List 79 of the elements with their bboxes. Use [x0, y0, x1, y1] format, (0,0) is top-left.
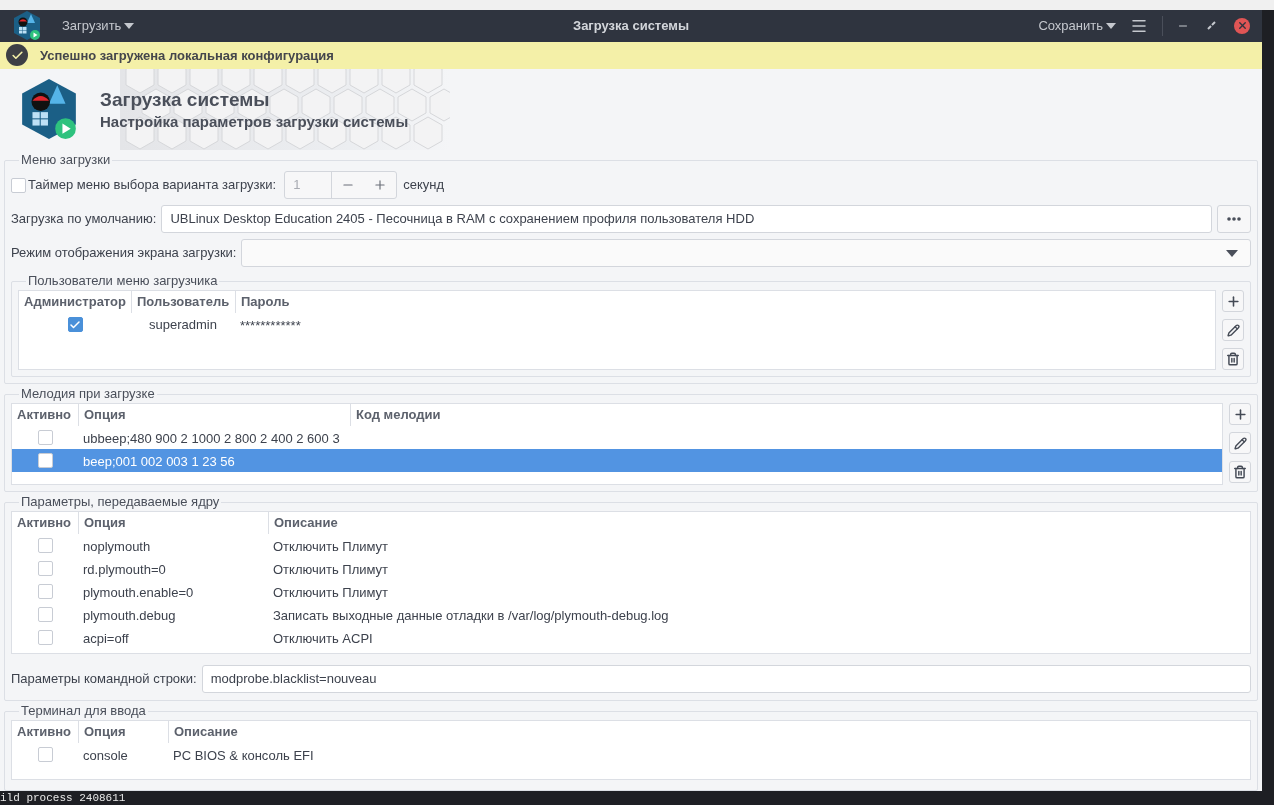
checkbox[interactable] — [37, 453, 53, 468]
checkbox[interactable] — [37, 561, 53, 576]
table-cell-text: beep;001 002 003 1 23 56 — [82, 453, 236, 469]
terminal-text: ild process 2408611 — [0, 791, 126, 805]
column-header: Пароль — [240, 293, 291, 312]
table-cell-text: Отключить ACPI — [272, 630, 374, 646]
default-boot-label: Загрузка по умолчанию: — [11, 210, 157, 229]
checkbox[interactable] — [37, 747, 53, 762]
caret-icon — [124, 22, 135, 29]
delete-button[interactable] — [1222, 348, 1244, 370]
table-cell-text: noplymouth — [82, 538, 152, 554]
add-button[interactable] — [1229, 403, 1251, 425]
timer-label: Таймер меню выбора варианта загрузки: — [28, 176, 277, 195]
group-title: Меню загрузки — [19, 152, 113, 168]
checkbox[interactable] — [37, 538, 53, 553]
pencil-icon — [1226, 323, 1240, 337]
column-header: Активно — [16, 514, 73, 533]
column-header: Опция — [83, 723, 127, 742]
checkbox[interactable] — [37, 430, 53, 445]
table-cell-text: ubbeep;480 900 2 1000 2 800 2 400 2 600 3 — [82, 430, 341, 446]
default-boot-field[interactable]: UBLinux Desktop Education 2405 - Песочница в RAM с сохранением профиля пользователя HDD — [161, 205, 1212, 233]
column-header: Код мелодии — [355, 406, 442, 425]
save-menu-button[interactable]: Сохранить — [1038, 16, 1116, 36]
column-header: Описание — [273, 514, 339, 533]
pencil-icon — [1233, 436, 1247, 450]
edit-button[interactable] — [1229, 432, 1251, 454]
group-title: Мелодия при загрузке — [19, 386, 157, 402]
trash-icon — [1226, 352, 1240, 366]
close-button[interactable] — [1234, 17, 1250, 34]
table-cell-text: rd.plymouth=0 — [82, 561, 167, 577]
add-button[interactable] — [1222, 290, 1244, 312]
table-cell-text: acpi=off — [82, 630, 130, 646]
group-title: Параметры, передаваемые ядру — [19, 494, 222, 510]
window-title: Загрузка системы — [573, 17, 689, 35]
load-menu-button[interactable]: Загрузить — [62, 16, 135, 36]
delete-button[interactable] — [1229, 461, 1251, 483]
checkbox[interactable] — [67, 317, 83, 332]
group-title: Терминал для ввода — [19, 703, 148, 719]
timer-value: 1 — [292, 176, 302, 195]
close-icon — [1236, 20, 1248, 32]
caret-icon — [1106, 22, 1116, 29]
table-cell-text: PC BIOS & консоль EFI — [172, 747, 315, 763]
edit-button[interactable] — [1222, 319, 1244, 341]
more-button[interactable] — [1217, 205, 1251, 233]
ellipsis-icon — [1227, 217, 1241, 221]
column-header: Администратор — [23, 293, 127, 312]
cmdline-field[interactable]: modprobe.blacklist=nouveau — [201, 665, 1251, 693]
table-cell-text: ************ — [239, 317, 302, 333]
checkbox[interactable] — [37, 607, 53, 622]
checkbox[interactable] — [37, 630, 53, 645]
table-cell-text: Отключить Плимут — [272, 538, 390, 554]
trash-icon — [1233, 465, 1247, 479]
info-message: Успешно загружена локальная конфигурация — [40, 46, 334, 65]
page-title: Загрузка системы — [100, 87, 271, 112]
cmdline-label: Параметры командной строки: — [11, 670, 197, 689]
table-cell-text: Записать выходные данные отладки в /var/log/plymouth-debug.log — [272, 607, 670, 623]
page-subtitle: Настройка параметров загрузки системы — [100, 111, 409, 132]
column-header: Активно — [16, 406, 73, 425]
table-cell-text: superadmin — [148, 315, 218, 334]
app-logo-icon — [12, 10, 42, 42]
column-header: Опция — [83, 406, 127, 425]
column-header: Пользователь — [136, 293, 231, 312]
table-cell-text: plymouth.debug — [82, 607, 177, 623]
table-cell-text: Отключить Плимут — [272, 561, 390, 577]
display-mode-label: Режим отображения экрана загрузки: — [11, 244, 237, 263]
checkbox[interactable] — [37, 584, 53, 599]
column-header: Активно — [16, 723, 73, 742]
table-cell-text: Отключить Плимут — [272, 584, 390, 600]
timer-unit: секунд — [403, 176, 444, 195]
group-title: Пользователи меню загрузчика — [26, 273, 220, 289]
column-header: Описание — [173, 723, 239, 742]
restore-button[interactable] — [1207, 21, 1216, 31]
table-cell-text: plymouth.enable=0 — [82, 584, 195, 600]
plus-icon — [1225, 293, 1241, 309]
caret-icon — [1226, 249, 1238, 257]
restore-icon — [1207, 21, 1216, 31]
plus-icon — [1232, 406, 1248, 422]
table-cell-text: console — [82, 747, 129, 763]
column-header: Опция — [83, 514, 127, 533]
